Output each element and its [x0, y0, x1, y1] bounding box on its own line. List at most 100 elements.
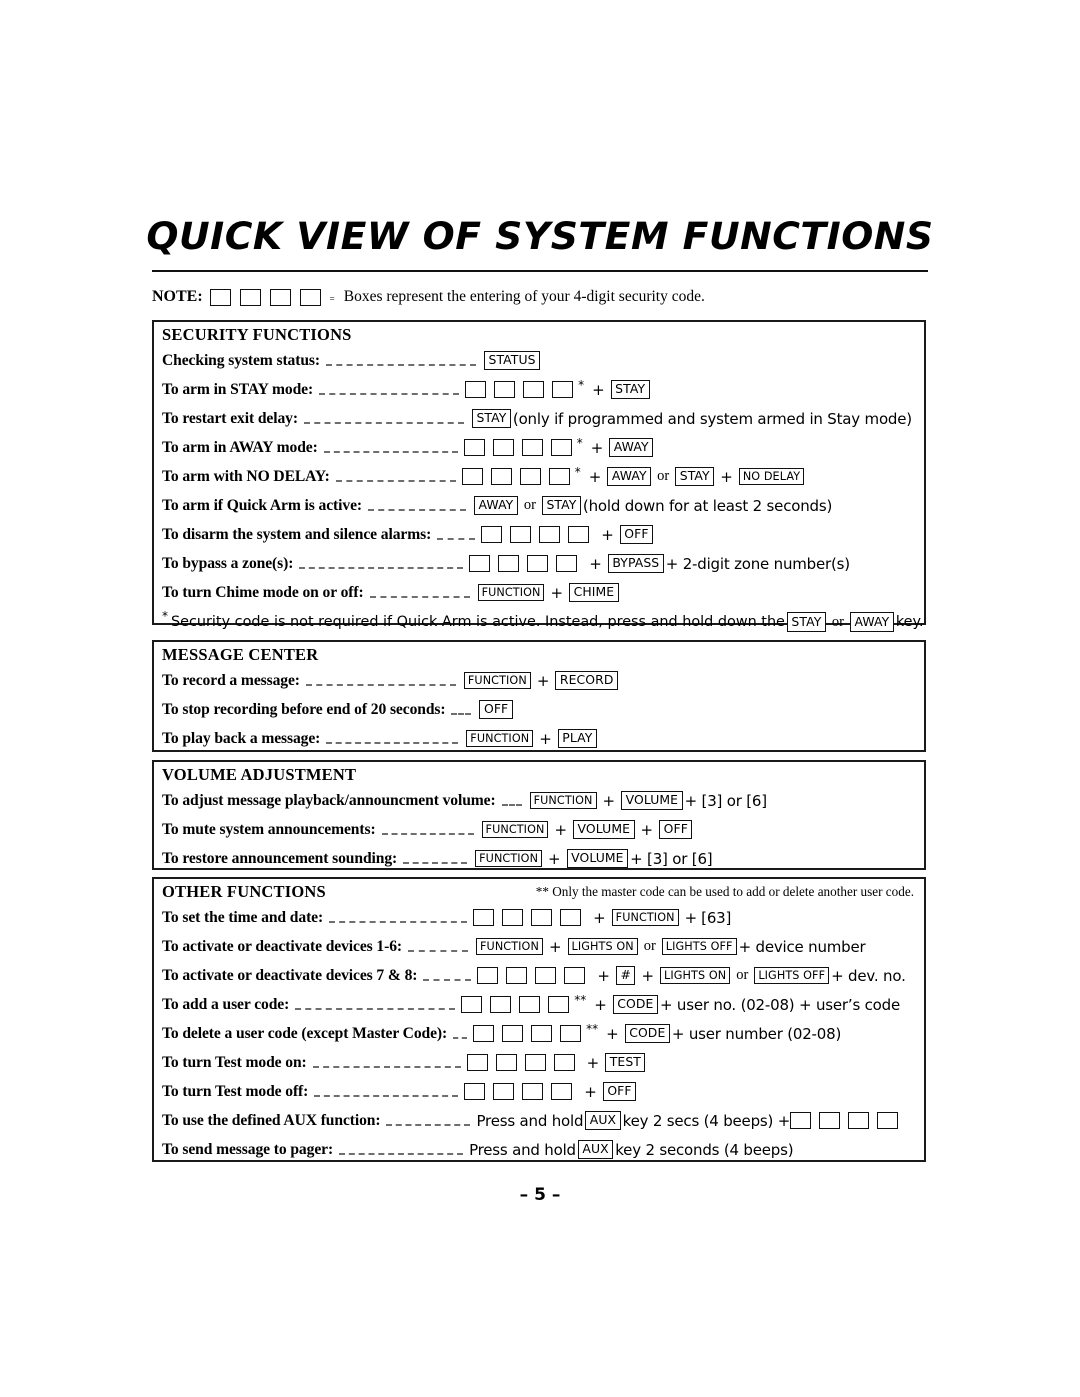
plus-operator: + — [606, 1024, 619, 1043]
key-stay-button[interactable]: STAY — [471, 408, 511, 429]
key-chime-button[interactable]: CHIME — [569, 582, 619, 603]
plus-operator: + — [593, 908, 606, 927]
key--button[interactable]: # — [615, 965, 636, 986]
function-row: To stop recording before end of 20 secon… — [154, 695, 924, 724]
function-label: To play back a message: — [162, 729, 321, 747]
function-sequence: OFF — [477, 699, 514, 720]
key-function-button[interactable]: FUNCTION — [477, 583, 545, 602]
code-box — [481, 526, 503, 543]
plus-operator: + — [641, 966, 655, 985]
key-lights-off-button[interactable]: LIGHTS OFF — [661, 937, 737, 956]
key-function-button[interactable]: FUNCTION — [463, 671, 531, 690]
plus-operator: + — [601, 525, 614, 544]
key-volume-button[interactable]: VOLUME — [566, 848, 629, 869]
key-stay-button[interactable]: STAY — [610, 379, 650, 400]
key-lights-off-button[interactable]: LIGHTS OFF — [754, 966, 830, 985]
function-label: To turn Chime mode on or off: — [162, 583, 364, 601]
key-aux-button[interactable]: AUX — [585, 1110, 621, 1131]
function-label: To arm in AWAY mode: — [162, 438, 318, 456]
code-box — [553, 1054, 575, 1071]
code-entry-boxes — [463, 439, 580, 456]
section-volume-adjustment: VOLUME ADJUSTMENT To adjust message playb… — [152, 760, 926, 870]
code-box — [465, 381, 487, 398]
or-conjunction: or — [657, 468, 670, 484]
code-box — [473, 1025, 495, 1042]
function-row: To use the defined AUX function: Press a… — [154, 1106, 924, 1135]
key-no-delay-button[interactable]: NO DELAY — [738, 467, 805, 486]
sequence-text: + device number — [738, 937, 866, 956]
plus-operator: + — [588, 467, 602, 486]
key-function-button[interactable]: FUNCTION — [466, 729, 534, 748]
leader-dots — [408, 949, 469, 952]
key-volume-button[interactable]: VOLUME — [573, 819, 635, 840]
function-row: To set the time and date: + FUNCTION + [63] — [154, 903, 924, 932]
key-test-button[interactable]: TEST — [605, 1052, 646, 1073]
function-sequence: FUNCTION + VOLUME + OFF — [480, 819, 695, 840]
code-box — [548, 996, 570, 1013]
key-stay-button[interactable]: STAY — [786, 612, 826, 632]
key-off-button[interactable]: OFF — [619, 524, 654, 545]
key-away-button[interactable]: AWAY — [607, 466, 652, 487]
key-aux-button[interactable]: AUX — [577, 1139, 614, 1160]
key-function-button[interactable]: FUNCTION — [529, 791, 597, 810]
sequence-text: + [3] or [6] — [630, 849, 713, 868]
footnote-marker: ** — [586, 1021, 599, 1036]
key-function-button[interactable]: FUNCTION — [611, 908, 679, 927]
leader-dots — [329, 920, 468, 923]
leader-dots — [314, 1094, 459, 1097]
key-bypass-button[interactable]: BYPASS — [607, 553, 664, 574]
key-off-button[interactable]: OFF — [602, 1081, 637, 1102]
key-away-button[interactable]: AWAY — [849, 612, 894, 632]
code-box — [522, 1083, 544, 1100]
function-sequence: + OFF — [464, 1081, 638, 1102]
key-record-button[interactable]: RECORD — [555, 670, 618, 691]
function-sequence: FUNCTION + VOLUME + [3] or [6] — [528, 790, 767, 811]
note-code-boxes — [209, 288, 330, 306]
function-sequence: Press and hold AUX key 2 secs (4 beeps) … — [476, 1110, 906, 1131]
key-lights-on-button[interactable]: LIGHTS ON — [567, 937, 638, 956]
plus-operator: + — [640, 820, 654, 839]
code-box — [550, 439, 572, 456]
key-stay-button[interactable]: STAY — [675, 466, 715, 487]
plus-operator: + — [550, 583, 564, 602]
function-sequence: ** + CODE + user no. (02-08) + user’s code — [461, 993, 900, 1015]
plus-operator: + — [548, 937, 562, 956]
code-entry-boxes — [473, 909, 589, 926]
key-lights-on-button[interactable]: LIGHTS ON — [660, 966, 731, 985]
code-entry-boxes — [465, 381, 581, 398]
function-label: To set the time and date: — [162, 908, 324, 926]
key-play-button[interactable]: PLAY — [557, 728, 597, 749]
function-row: To turn Test mode on: + TEST — [154, 1048, 924, 1077]
function-sequence: FUNCTION + VOLUME + [3] or [6] — [473, 848, 713, 869]
function-sequence: FUNCTION + CHIME — [476, 582, 621, 603]
key-stay-button[interactable]: STAY — [541, 495, 581, 516]
code-box — [490, 996, 512, 1013]
key-function-button[interactable]: FUNCTION — [475, 849, 543, 868]
master-code-note: ** Only the master code can be used to a… — [535, 884, 914, 899]
section-header-row: OTHER FUNCTIONS ** Only the master code c… — [154, 879, 924, 903]
or-conjunction: or — [523, 497, 536, 513]
page-title: QUICK VIEW OF SYSTEM FUNCTIONS — [146, 215, 934, 258]
key-away-button[interactable]: AWAY — [609, 437, 654, 458]
function-row: To activate or deactivate devices 7 & 8:… — [154, 961, 924, 990]
key-code-button[interactable]: CODE — [612, 994, 658, 1015]
sequence-text: + dev. no. — [831, 966, 906, 985]
key-function-button[interactable]: FUNCTION — [481, 820, 549, 839]
key-function-button[interactable]: FUNCTION — [476, 937, 543, 956]
function-sequence: + BYPASS + 2-digit zone number(s) — [469, 553, 850, 574]
key-off-button[interactable]: OFF — [659, 819, 693, 840]
code-entry-boxes — [481, 526, 597, 543]
key-status-button[interactable]: STATUS — [483, 350, 541, 371]
code-box — [521, 439, 543, 456]
code-box — [473, 909, 495, 926]
function-sequence: + OFF — [481, 524, 655, 545]
code-box — [299, 288, 321, 306]
function-row: To delete a user code (except Master Cod… — [154, 1019, 924, 1048]
key-off-button[interactable]: OFF — [479, 699, 513, 720]
key-away-button[interactable]: AWAY — [474, 495, 518, 516]
key-code-button[interactable]: CODE — [624, 1023, 670, 1044]
leader-dots — [295, 1007, 456, 1010]
leader-dots — [319, 392, 460, 395]
code-box — [531, 1025, 553, 1042]
key-volume-button[interactable]: VOLUME — [621, 790, 683, 811]
